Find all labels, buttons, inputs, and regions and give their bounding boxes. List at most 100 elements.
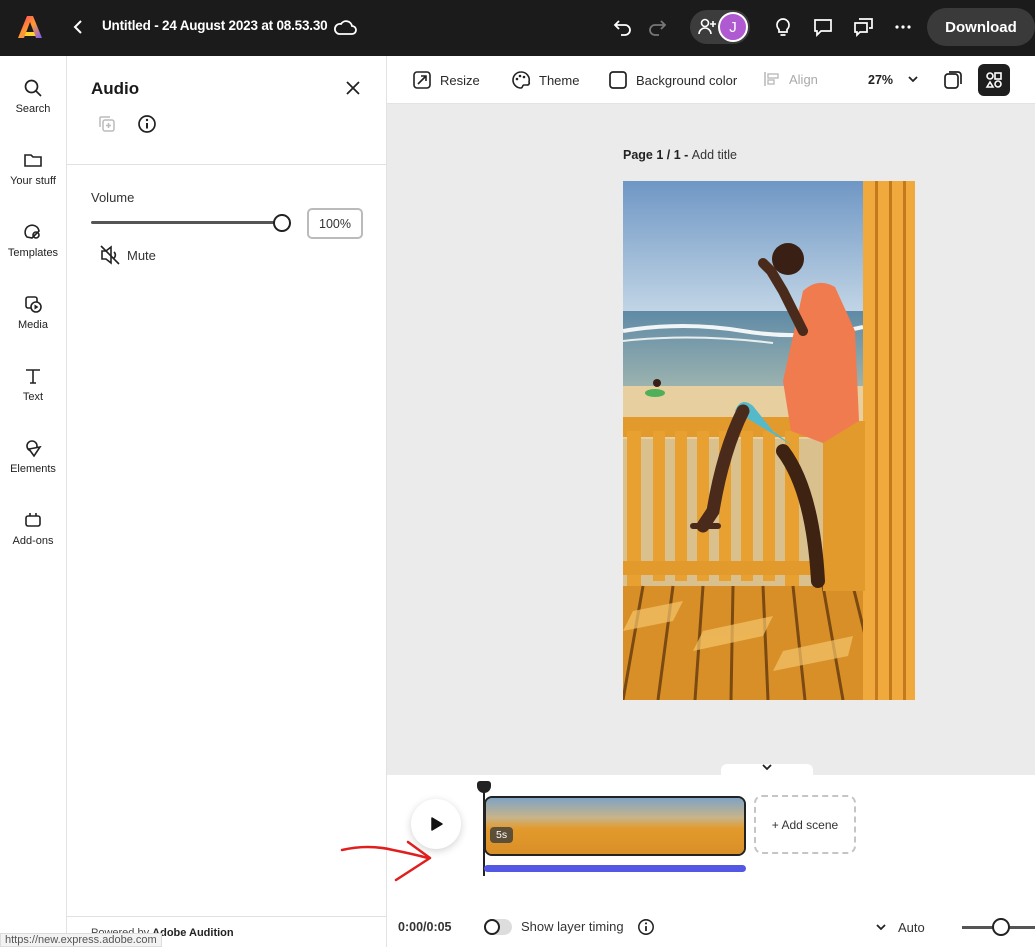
show-layer-timing-label: Show layer timing [521, 919, 624, 934]
color-swatch-icon [609, 71, 627, 89]
media-icon [25, 296, 42, 313]
background-color-button[interactable]: Background color [608, 70, 737, 90]
resize-icon [413, 71, 431, 89]
palette-icon [512, 71, 531, 89]
canvas-toolbar: Resize Theme Background color Align 27% [387, 56, 1035, 104]
pages-icon[interactable] [941, 68, 965, 92]
redo-icon[interactable] [644, 14, 670, 40]
scene-duration-badge: 5s [490, 827, 514, 843]
scene-frame [579, 798, 610, 854]
info-icon[interactable] [137, 114, 157, 134]
more-options-icon[interactable] [890, 14, 916, 40]
rail-item-label: Text [22, 391, 44, 403]
add-person-icon [698, 18, 716, 35]
rail-item-text[interactable]: Text [0, 366, 66, 403]
share-comments-icon[interactable] [850, 14, 876, 40]
background-color-label: Background color [636, 72, 738, 88]
theme-button[interactable]: Theme [511, 70, 579, 90]
add-scene-button[interactable]: + Add scene [754, 795, 856, 854]
addons-icon [25, 513, 41, 527]
back-chevron-icon[interactable] [70, 16, 86, 38]
chevron-down-icon [762, 764, 772, 771]
scene-frame [641, 798, 672, 854]
status-url: https://new.express.adobe.com [0, 933, 162, 947]
rail-item-label: Elements [10, 463, 56, 475]
panel-title: Audio [91, 79, 140, 98]
time-code: 0:00/0:05 [398, 920, 452, 934]
align-icon [764, 72, 779, 86]
chevron-down-icon[interactable] [906, 72, 920, 86]
collapse-timeline-button[interactable] [721, 764, 813, 778]
scene-clip[interactable] [484, 796, 746, 856]
rail-item-your-stuff[interactable]: Your stuff [0, 150, 66, 187]
lightbulb-icon[interactable] [770, 14, 796, 40]
scene-frame [517, 798, 548, 854]
volume-value-field[interactable]: 100% [307, 208, 363, 239]
rail-item-label: Media [18, 319, 48, 331]
volume-slider-thumb[interactable] [273, 214, 291, 232]
layers-button[interactable] [978, 64, 1010, 96]
page-label: Page 1 / 1 - Add title [623, 148, 737, 162]
scene-frame [548, 798, 579, 854]
timeline-panel: 5s + Add scene 0:00/0:05 Show layer timi… [387, 764, 1035, 947]
powered-brand: Adobe Audition [152, 927, 234, 939]
left-rail: Search Your stuff Templates Media Text E… [0, 56, 67, 947]
elements-icon [26, 440, 42, 458]
templates-icon [24, 224, 40, 239]
app-header: Untitled - 24 August 2023 at 08.53.30 J … [0, 0, 1035, 56]
timeline-zoom-mode[interactable]: Auto [898, 920, 925, 935]
info-icon[interactable] [637, 918, 655, 936]
play-icon [431, 817, 443, 831]
add-page-title[interactable]: Add title [692, 148, 737, 162]
close-icon[interactable] [343, 78, 363, 98]
divider [67, 164, 387, 165]
download-button[interactable]: Download [927, 8, 1035, 46]
playhead-handle[interactable] [477, 781, 491, 793]
rail-item-media[interactable]: Media [0, 294, 66, 331]
volume-slider-track[interactable] [91, 221, 283, 224]
mute-label[interactable]: Mute [127, 248, 156, 263]
annotation-arrow-icon [340, 840, 432, 882]
canvas-photo[interactable] [623, 181, 915, 700]
show-layer-timing-toggle[interactable] [484, 919, 512, 935]
playhead-line[interactable] [483, 784, 485, 876]
align-button[interactable]: Align [763, 70, 818, 88]
align-label: Align [789, 71, 818, 87]
chevron-down-icon[interactable] [874, 920, 888, 934]
rail-item-add-ons[interactable]: Add-ons [0, 510, 66, 547]
rail-item-templates[interactable]: Templates [0, 222, 66, 259]
undo-icon[interactable] [610, 14, 636, 40]
theme-label: Theme [539, 72, 580, 88]
audio-panel: Audio Volume 100% Mute Powered by Adobe … [67, 56, 387, 947]
adobe-express-logo[interactable] [17, 14, 43, 40]
scene-frame [610, 798, 641, 854]
document-title[interactable]: Untitled - 24 August 2023 at 08.53.30 [102, 18, 328, 33]
rail-item-label: Search [15, 103, 51, 115]
rail-item-label: Your stuff [10, 175, 56, 187]
folder-icon [24, 154, 42, 167]
rail-item-search[interactable]: Search [0, 78, 66, 115]
resize-button[interactable]: Resize [412, 70, 480, 90]
audio-track-bar[interactable] [484, 865, 746, 872]
scene-frame [672, 798, 703, 854]
cloud-sync-icon[interactable] [332, 16, 358, 38]
user-avatar[interactable]: J [718, 12, 748, 42]
mute-icon[interactable] [99, 244, 121, 266]
timeline-zoom-slider-thumb[interactable] [992, 918, 1010, 936]
divider [67, 916, 387, 917]
duplicate-icon[interactable] [97, 114, 117, 134]
text-icon [26, 369, 40, 384]
scene-frame [486, 798, 517, 854]
resize-label: Resize [440, 72, 480, 88]
scene-frame [734, 798, 744, 854]
layers-icon [985, 72, 1002, 88]
search-icon [24, 79, 42, 97]
comment-icon[interactable] [810, 14, 836, 40]
page-number: Page 1 / 1 - [623, 148, 692, 162]
rail-item-label: Templates [7, 247, 59, 259]
rail-item-label: Add-ons [12, 535, 54, 547]
zoom-level[interactable]: 27% [868, 73, 893, 87]
volume-label: Volume [91, 190, 135, 205]
rail-item-elements[interactable]: Elements [0, 438, 66, 475]
scene-frame [703, 798, 734, 854]
